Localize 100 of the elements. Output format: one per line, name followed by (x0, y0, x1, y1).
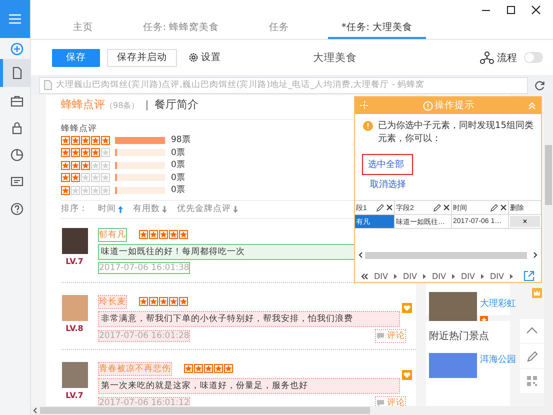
user-level: LV.7 (66, 390, 84, 400)
save-button[interactable]: 保存 (52, 48, 100, 66)
review-time: 2017-07-06 16:01:28 (98, 330, 190, 342)
star-icon (194, 364, 203, 373)
horizontal-scrollbar[interactable] (31, 406, 553, 415)
star-icon (101, 160, 110, 170)
up-chevron-icon[interactable] (520, 319, 544, 343)
comment-link[interactable]: 评论 (375, 396, 406, 406)
user-name[interactable]: 玲长麦 (98, 294, 127, 308)
restaurant-intro-tab[interactable]: 餐厅简介 (154, 97, 199, 112)
star-icon (169, 230, 178, 239)
save-and-start-button[interactable]: 保存并启动 (107, 48, 177, 66)
breadcrumb-item[interactable]: DIV (403, 272, 417, 280)
user-name[interactable]: 青春被凉不再悲伤 (98, 362, 172, 376)
user-level: LV.8 (66, 324, 84, 332)
maximize-icon[interactable] (506, 4, 516, 14)
edit-icon[interactable] (433, 204, 441, 212)
breadcrumb-item[interactable]: DIV (432, 272, 446, 280)
warning-icon (363, 121, 373, 131)
dialog-message: 已为你选中子元素，同时发现15组同类元素，你可以： (378, 120, 534, 146)
flow-label: 流程 (497, 52, 517, 64)
chevron-right-icon (394, 274, 397, 278)
star-icon (139, 230, 148, 239)
remove-icon[interactable] (500, 204, 507, 211)
attraction-link[interactable]: 洱海公园 (480, 353, 516, 378)
menu-icon[interactable] (8, 14, 22, 24)
comment-link[interactable]: 评论 (375, 328, 406, 342)
avatar-photo-placeholder (62, 228, 88, 254)
reviews-tab[interactable]: 蜂蜂点评 (61, 97, 105, 112)
tab[interactable]: 任务: 蜂蜂窝美食 (132, 19, 230, 39)
breadcrumb-item[interactable]: DIV (374, 272, 388, 280)
settings-button[interactable]: 设置 (188, 51, 221, 64)
flow-toggle[interactable] (524, 52, 543, 63)
star-icon (204, 364, 213, 373)
pencil-icon[interactable] (520, 344, 544, 368)
user-name[interactable]: 郁有凡 (98, 228, 127, 242)
tab[interactable]: *任务: 大理美食 (328, 19, 426, 39)
star-icon (91, 136, 100, 145)
edit-icon[interactable] (490, 204, 498, 212)
star-icon (91, 173, 100, 182)
star-icon (91, 148, 100, 158)
sort-option[interactable]: 有用数 (133, 203, 167, 215)
vote-count: 98票 (171, 134, 191, 146)
edit-icon[interactable] (376, 204, 384, 212)
vote-count: 0票 (171, 159, 186, 172)
star-icon (139, 297, 148, 306)
vertical-scrollbar[interactable] (544, 95, 553, 406)
delete-button[interactable]: × (510, 216, 540, 227)
sort-label: 排序： (61, 203, 88, 215)
refresh-icon[interactable] (534, 80, 545, 90)
shop-link[interactable]: 大理彩虹 (480, 297, 516, 310)
star-icon (159, 230, 168, 239)
star-icon (81, 160, 90, 170)
sort-option[interactable]: 优先金牌点评 (177, 203, 238, 215)
chevron-right-icon (423, 274, 426, 278)
help-icon (10, 202, 24, 216)
star-icon (224, 364, 233, 373)
up-arrow-icon (118, 206, 123, 212)
star-icon (184, 364, 193, 373)
star-icon (101, 173, 110, 182)
select-all-link[interactable]: 选中全部 (362, 154, 413, 175)
table-scrollbar[interactable] (357, 251, 539, 259)
sort-option[interactable]: 时间 (98, 203, 123, 215)
add-icon (10, 42, 24, 56)
dialog-title: 操作提示 (434, 99, 474, 112)
sidebar-item[interactable] (0, 59, 30, 87)
star-icon (61, 160, 70, 170)
rating-bar (115, 136, 165, 144)
chevron-right-icon (510, 274, 513, 278)
vote-count: 0票 (171, 184, 186, 196)
breadcrumb-item[interactable]: DIV (490, 272, 504, 280)
down-arrow-icon (162, 206, 167, 212)
star-icon (149, 297, 158, 306)
scroll-left-icon[interactable] (31, 406, 40, 415)
star-icon (81, 186, 90, 195)
down-arrow-icon (233, 206, 238, 212)
star-icon (81, 173, 90, 182)
tab[interactable]: 主页 (34, 19, 132, 39)
address-field[interactable]: 大理巍山巴肉饵丝(宾川路)点评,巍山巴肉饵丝(宾川路)地址_电话_人均消费,大理餐厅 - 蚂蜂窝 (39, 76, 528, 94)
tab[interactable]: 任务 (230, 19, 328, 39)
star-icon (61, 148, 70, 158)
lock-icon (10, 120, 24, 134)
breadcrumb-item[interactable]: DIV (461, 272, 475, 280)
star-icon (71, 173, 80, 182)
remove-icon[interactable] (443, 204, 450, 211)
user-level: LV.7 (66, 256, 84, 266)
scroll-left-icon[interactable] (357, 251, 365, 259)
task-name: 大理美食 (313, 50, 357, 64)
info-icon (422, 100, 432, 110)
back-icon[interactable] (361, 272, 368, 280)
vote-count: 0票 (171, 146, 186, 159)
rating-bar (115, 162, 165, 169)
tab-separator: | (145, 100, 149, 111)
deselect-link[interactable]: 取消选择 (365, 175, 411, 194)
pie-chart-icon (10, 148, 24, 162)
remove-icon[interactable] (386, 204, 393, 211)
external-link-icon[interactable] (523, 270, 535, 282)
close-icon[interactable] (531, 4, 541, 14)
scroll-right-icon[interactable] (531, 251, 539, 259)
message-icon (10, 174, 24, 188)
